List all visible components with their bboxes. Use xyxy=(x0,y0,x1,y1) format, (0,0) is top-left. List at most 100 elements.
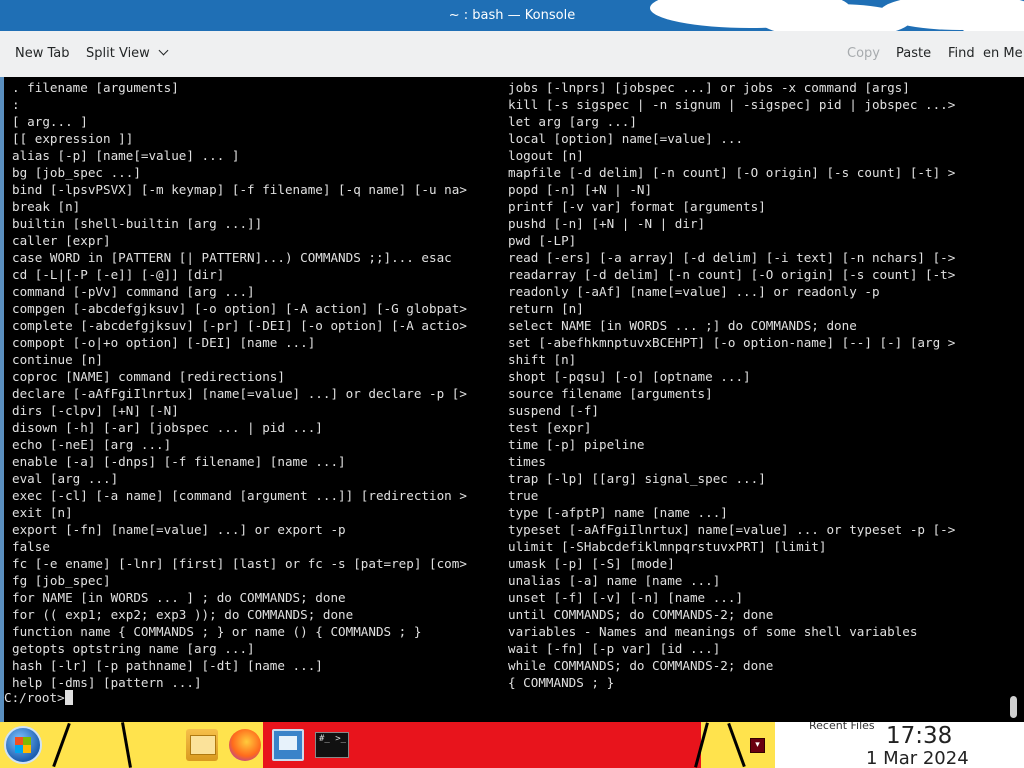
split-view-button[interactable]: Split View xyxy=(86,31,169,77)
windows-flag-icon xyxy=(15,745,31,753)
terminal-line: set [-abefhkmnptuvxBCEHPT] [-o option-na… xyxy=(508,335,956,350)
terminal-line: time [-p] pipeline xyxy=(508,437,645,452)
terminal-line: times xyxy=(508,454,546,469)
chevron-down-icon xyxy=(158,45,169,56)
terminal-line: caller [expr] xyxy=(12,233,111,248)
shell-prompt: C:/root> xyxy=(4,690,65,705)
terminal-line: export [-fn] [name[=value] ...] or expor… xyxy=(12,522,346,537)
terminal-line: readarray [-d delim] [-n count] [-O orig… xyxy=(508,267,956,282)
clock-date[interactable]: 1 Mar 2024 xyxy=(866,748,969,768)
terminal-line: variables - Names and meanings of some s… xyxy=(508,624,918,639)
terminal-line: break [n] xyxy=(12,199,81,214)
terminal-line: until COMMANDS; do COMMANDS-2; done xyxy=(508,607,774,622)
terminal-line: declare [-aAfFgiIlnrtux] [name[=value] .… xyxy=(12,386,467,401)
terminal-line: [ arg... ] xyxy=(12,114,88,129)
window-title: ~ : bash — Konsole xyxy=(448,8,576,23)
terminal-line: local [option] name[=value] ... xyxy=(508,131,744,146)
terminal-scrollbar[interactable] xyxy=(1010,696,1017,718)
prompt-line[interactable]: C:/root> xyxy=(4,689,73,706)
terminal-line: hash [-lr] [-p pathname] [-dt] [name ...… xyxy=(12,658,323,673)
terminal-line: printf [-v var] format [arguments] xyxy=(508,199,766,214)
start-menu-icon[interactable] xyxy=(4,726,42,764)
help-right-column: jobs [-lnprs] [jobspec ...] or jobs -x c… xyxy=(508,79,955,691)
wallpaper-line xyxy=(52,722,71,768)
file-manager-icon[interactable] xyxy=(186,729,218,761)
terminal-line: umask [-p] [-S] [mode] xyxy=(508,556,675,571)
terminal-line: command [-pVv] command [arg ...] xyxy=(12,284,255,299)
konsole-toolbar: New Tab Split View Copy Paste Find en Me xyxy=(0,31,1024,77)
terminal-left-edge xyxy=(0,77,4,722)
title-bar[interactable]: ~ : bash — Konsole xyxy=(0,0,1024,31)
desktop-screen: ~ : bash — Konsole New Tab Split View Co… xyxy=(0,0,1024,768)
terminal-line: test [expr] xyxy=(508,420,592,435)
terminal-line: readonly [-aAf] [name[=value] ...] or re… xyxy=(508,284,880,299)
terminal-line: getopts optstring name [arg ...] xyxy=(12,641,255,656)
terminal-line: : xyxy=(12,97,20,112)
terminal-line: cd [-L|[-P [-e]] [-@]] [dir] xyxy=(12,267,225,282)
clock-time[interactable]: 17:38 xyxy=(886,722,952,750)
firefox-icon[interactable] xyxy=(229,729,261,761)
terminal-line: help [-dms] [pattern ...] xyxy=(12,675,202,690)
terminal-line: exec [-cl] [-a name] [command [argument … xyxy=(12,488,467,503)
terminal-icon[interactable]: #_ >_ xyxy=(315,732,349,758)
terminal-line: unalias [-a] name [name ...] xyxy=(508,573,721,588)
terminal-line: fg [job_spec] xyxy=(12,573,111,588)
terminal-line: pwd [-LP] xyxy=(508,233,577,248)
terminal-line: type [-afptP] name [name ...] xyxy=(508,505,728,520)
overflow-menu-button[interactable]: en Me xyxy=(983,31,1023,77)
terminal-line: jobs [-lnprs] [jobspec ...] or jobs -x c… xyxy=(508,80,910,95)
terminal-line: suspend [-f] xyxy=(508,403,599,418)
system-settings-icon[interactable] xyxy=(272,729,304,761)
terminal-line: bg [job_spec ...] xyxy=(12,165,141,180)
terminal-line: fc [-e ename] [-lnr] [first] [last] or f… xyxy=(12,556,467,571)
split-view-label: Split View xyxy=(86,46,150,61)
terminal-line: complete [-abcdefgjksuv] [-pr] [-DEI] [-… xyxy=(12,318,467,333)
text-cursor xyxy=(64,690,73,705)
new-tab-button[interactable]: New Tab xyxy=(15,31,70,77)
terminal-line: builtin [shell-builtin [arg ...]] xyxy=(12,216,263,231)
terminal-line: for (( exp1; exp2; exp3 )); do COMMANDS;… xyxy=(12,607,354,622)
paste-button[interactable]: Paste xyxy=(896,31,931,77)
terminal-line: logout [n] xyxy=(508,148,584,163)
terminal-line: { COMMANDS ; } xyxy=(508,675,615,690)
terminal-line: exit [n] xyxy=(12,505,73,520)
terminal-line: alias [-p] [name[=value] ... ] xyxy=(12,148,240,163)
terminal-line: while COMMANDS; do COMMANDS-2; done xyxy=(508,658,774,673)
terminal-line: continue [n] xyxy=(12,352,103,367)
terminal-line: popd [-n] [+N | -N] xyxy=(508,182,653,197)
terminal-line: [[ expression ]] xyxy=(12,131,134,146)
terminal-line: ulimit [-SHabcdefiklmnpqrstuvxPRT] [limi… xyxy=(508,539,827,554)
terminal-line: true xyxy=(508,488,539,503)
terminal-line: for NAME [in WORDS ... ] ; do COMMANDS; … xyxy=(12,590,346,605)
terminal-line: shift [n] xyxy=(508,352,577,367)
terminal-line: return [n] xyxy=(508,301,584,316)
terminal-line: let arg [arg ...] xyxy=(508,114,637,129)
tray-expand-icon[interactable]: ▾ xyxy=(750,738,765,753)
terminal-line: source filename [arguments] xyxy=(508,386,713,401)
terminal-line: kill [-s sigspec | -n signum | -sigspec]… xyxy=(508,97,956,112)
wallpaper-line xyxy=(727,722,746,768)
terminal-line: compgen [-abcdefgjksuv] [-o option] [-A … xyxy=(12,301,467,316)
terminal-line: disown [-h] [-ar] [jobspec ... | pid ...… xyxy=(12,420,323,435)
terminal-line: coproc [NAME] command [redirections] xyxy=(12,369,285,384)
terminal-line: pushd [-n] [+N | -N | dir] xyxy=(508,216,706,231)
help-left-column: . filename [arguments]: [ arg... ] [[ expr… xyxy=(12,79,467,691)
terminal-line: bind [-lpsvPSVX] [-m keymap] [-f filenam… xyxy=(12,182,467,197)
terminal-line: dirs [-clpv] [+N] [-N] xyxy=(12,403,179,418)
terminal-line: echo [-neE] [arg ...] xyxy=(12,437,172,452)
terminal-line: false xyxy=(12,539,50,554)
wallpaper-line xyxy=(121,722,132,768)
terminal-line: read [-ers] [-a array] [-d delim] [-i te… xyxy=(508,250,956,265)
terminal-view[interactable]: . filename [arguments]: [ arg... ] [[ expr… xyxy=(0,77,1024,722)
terminal-line: shopt [-pqsu] [-o] [optname ...] xyxy=(508,369,751,384)
find-button[interactable]: Find xyxy=(948,31,975,77)
terminal-line: compopt [-o|+o option] [-DEI] [name ...] xyxy=(12,335,316,350)
terminal-line: enable [-a] [-dnps] [-f filename] [name … xyxy=(12,454,346,469)
terminal-line: . filename [arguments] xyxy=(12,80,179,95)
terminal-line: function name { COMMANDS ; } or name () … xyxy=(12,624,422,639)
recent-files-label[interactable]: Recent Files xyxy=(809,722,875,732)
terminal-line: unset [-f] [-v] [-n] [name ...] xyxy=(508,590,744,605)
terminal-line: typeset [-aAfFgiIlnrtux] name[=value] ..… xyxy=(508,522,956,537)
taskbar: #_ >_ ▾ Recent Files 17:38 1 Mar 2024 xyxy=(0,722,1024,768)
copy-button[interactable]: Copy xyxy=(847,31,880,77)
